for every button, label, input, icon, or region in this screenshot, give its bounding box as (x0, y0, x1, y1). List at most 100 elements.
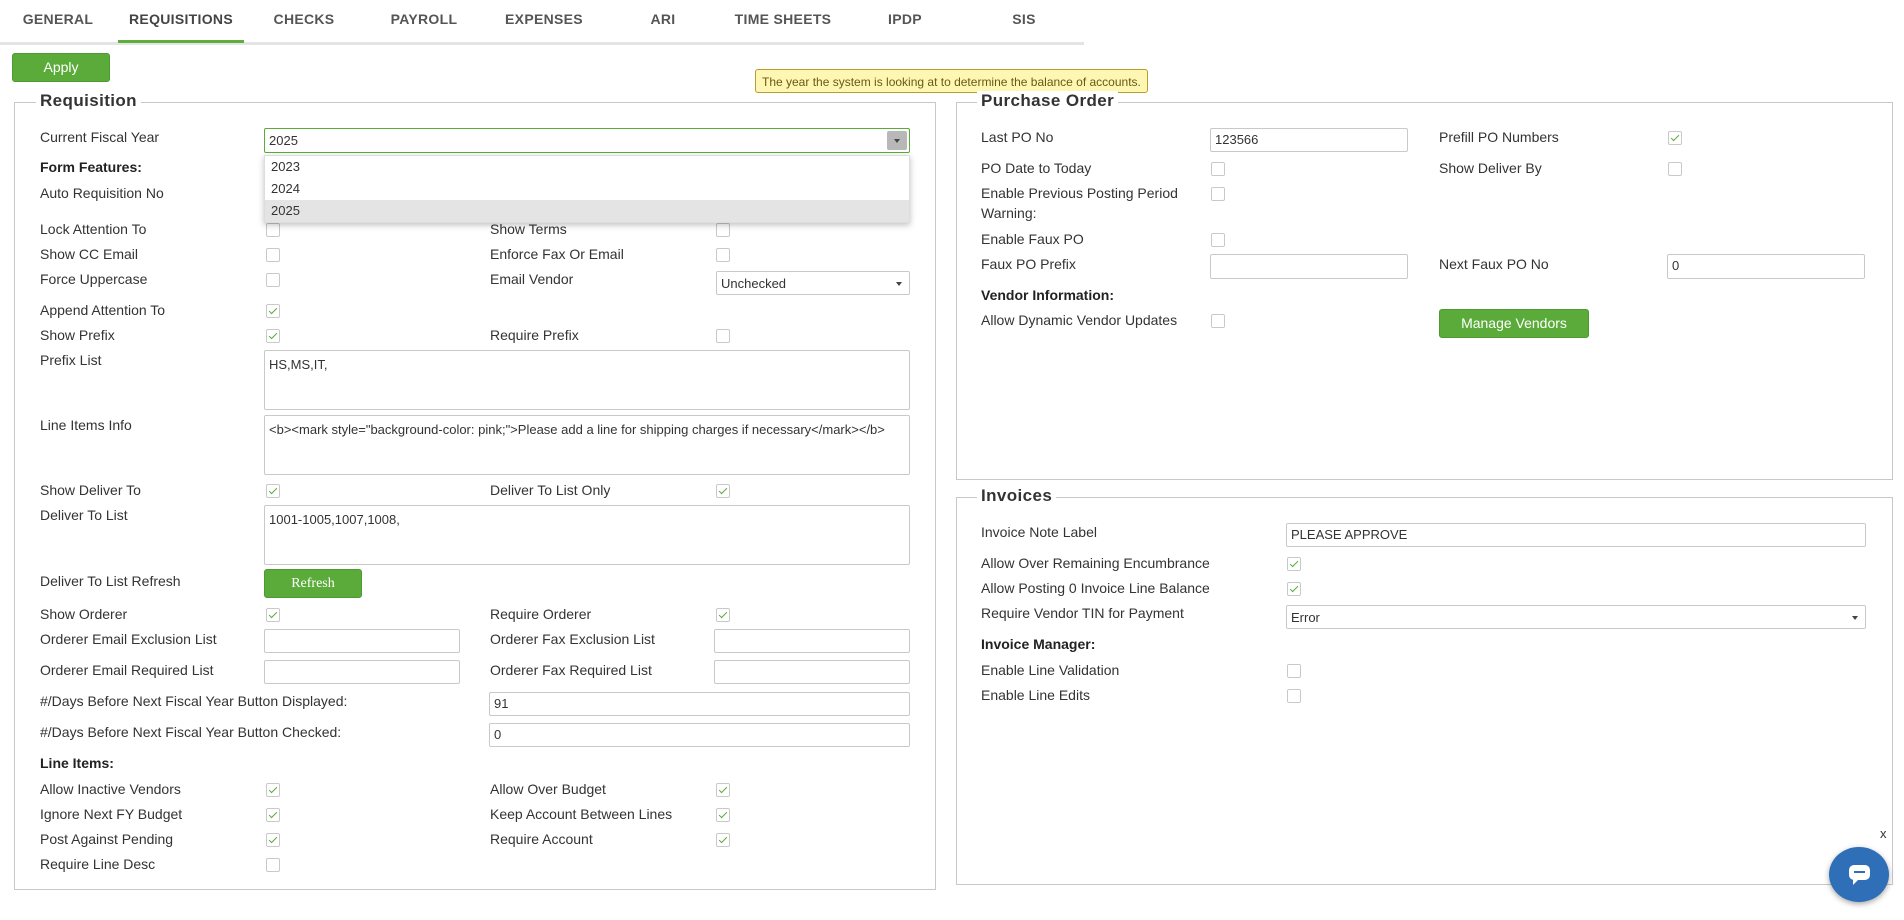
days-displayed-input[interactable]: 91 (489, 692, 910, 716)
enable-line-edits-label: Enable Line Edits (981, 687, 1090, 703)
tab-bar: GENERAL REQUISITIONS CHECKS PAYROLL EXPE… (0, 0, 1084, 45)
deliver-to-list-textarea[interactable]: 1001-1005,1007,1008, (264, 505, 910, 565)
prefix-list-textarea[interactable]: HS,MS,IT, (264, 350, 910, 410)
email-vendor-select[interactable]: Unchecked (716, 271, 910, 295)
show-deliver-to-checkbox[interactable] (266, 484, 280, 498)
vendor-information-heading: Vendor Information: (981, 287, 1114, 303)
require-vendor-tin-label: Require Vendor TIN for Payment (981, 605, 1184, 621)
tab-ipdp[interactable]: IPDP (862, 0, 948, 40)
show-terms-checkbox[interactable] (716, 223, 730, 237)
line-items-heading: Line Items: (40, 755, 114, 771)
force-uppercase-label: Force Uppercase (40, 271, 148, 287)
manage-vendors-button[interactable]: Manage Vendors (1439, 309, 1589, 338)
enable-line-validation-label: Enable Line Validation (981, 662, 1120, 678)
enable-prev-posting-checkbox[interactable] (1211, 187, 1225, 201)
allow-over-remaining-checkbox[interactable] (1287, 557, 1301, 571)
select-toggle[interactable] (887, 131, 907, 150)
next-faux-po-no-label: Next Faux PO No (1439, 256, 1549, 272)
fiscal-year-option[interactable]: 2023 (265, 156, 909, 178)
lock-attention-to-label: Lock Attention To (40, 221, 147, 237)
post-against-pending-label: Post Against Pending (40, 831, 174, 847)
enforce-fax-or-email-checkbox[interactable] (716, 248, 730, 262)
require-account-label: Require Account (490, 831, 593, 847)
enable-prev-posting-label-warning: Warning: (981, 205, 1037, 221)
show-prefix-label: Show Prefix (40, 327, 115, 343)
fiscal-year-option[interactable]: 2024 (265, 178, 909, 200)
days-displayed-label: #/Days Before Next Fiscal Year Button Di… (40, 693, 348, 709)
purchase-order-title: Purchase Order (977, 91, 1119, 111)
prefill-po-numbers-label: Prefill PO Numbers (1439, 129, 1559, 145)
require-account-checkbox[interactable] (716, 833, 730, 847)
next-faux-po-no-input[interactable]: 0 (1667, 254, 1865, 279)
days-checked-label: #/Days Before Next Fiscal Year Button Ch… (40, 724, 342, 740)
require-line-desc-checkbox[interactable] (266, 858, 280, 872)
auto-requisition-no-label: Auto Requisition No (40, 185, 164, 201)
refresh-button[interactable]: Refresh (264, 569, 362, 598)
allow-over-budget-checkbox[interactable] (716, 783, 730, 797)
tab-general[interactable]: GENERAL (12, 0, 104, 40)
allow-inactive-vendors-label: Allow Inactive Vendors (40, 781, 181, 797)
current-fiscal-year-select[interactable]: 2025 (264, 128, 910, 153)
ignore-next-fy-budget-checkbox[interactable] (266, 808, 280, 822)
line-items-info-textarea[interactable]: <b><mark style="background-color: pink;"… (264, 415, 910, 475)
prefill-po-numbers-checkbox[interactable] (1668, 131, 1682, 145)
orderer-fax-required-input[interactable] (714, 660, 910, 684)
show-prefix-checkbox[interactable] (266, 329, 280, 343)
post-against-pending-checkbox[interactable] (266, 833, 280, 847)
require-orderer-checkbox[interactable] (716, 608, 730, 622)
append-attention-to-checkbox[interactable] (266, 304, 280, 318)
orderer-fax-required-label: Orderer Fax Required List (490, 662, 652, 678)
show-orderer-checkbox[interactable] (266, 608, 280, 622)
invoices-title: Invoices (977, 486, 1057, 506)
apply-button[interactable]: Apply (12, 53, 110, 82)
show-cc-email-checkbox[interactable] (266, 248, 280, 262)
show-cc-email-label: Show CC Email (40, 246, 139, 262)
faux-po-prefix-label: Faux PO Prefix (981, 256, 1076, 272)
lock-attention-to-checkbox[interactable] (266, 223, 280, 237)
form-features-heading: Form Features: (40, 159, 142, 175)
enable-faux-po-checkbox[interactable] (1211, 233, 1225, 247)
tab-checks[interactable]: CHECKS (258, 0, 350, 40)
invoice-note-input[interactable]: PLEASE APPROVE (1286, 523, 1866, 547)
require-vendor-tin-value: Error (1291, 610, 1320, 625)
current-fiscal-year-label: Current Fiscal Year (40, 129, 160, 145)
require-vendor-tin-select[interactable]: Error (1286, 605, 1866, 629)
fiscal-year-option-selected[interactable]: 2025 (265, 200, 909, 222)
require-orderer-label: Require Orderer (490, 606, 592, 622)
force-uppercase-checkbox[interactable] (266, 273, 280, 287)
require-prefix-label: Require Prefix (490, 327, 579, 343)
orderer-email-required-input[interactable] (264, 660, 460, 684)
email-vendor-value: Unchecked (721, 276, 787, 291)
require-prefix-checkbox[interactable] (716, 329, 730, 343)
line-items-info-label: Line Items Info (40, 417, 132, 433)
last-po-no-input[interactable]: 123566 (1210, 128, 1408, 152)
allow-posting-zero-checkbox[interactable] (1287, 582, 1301, 596)
tab-sis[interactable]: SIS (980, 0, 1068, 40)
show-deliver-by-checkbox[interactable] (1668, 162, 1682, 176)
tab-time-sheets[interactable]: TIME SHEETS (724, 0, 842, 40)
enable-line-edits-checkbox[interactable] (1287, 689, 1301, 703)
tab-expenses[interactable]: EXPENSES (494, 0, 594, 40)
tab-requisitions[interactable]: REQUISITIONS (118, 0, 244, 43)
enable-line-validation-checkbox[interactable] (1287, 664, 1301, 678)
keep-account-between-lines-checkbox[interactable] (716, 808, 730, 822)
enable-faux-po-label: Enable Faux PO (981, 231, 1084, 247)
po-date-to-today-checkbox[interactable] (1211, 162, 1225, 176)
tab-payroll[interactable]: PAYROLL (376, 0, 472, 40)
tab-ari[interactable]: ARI (620, 0, 706, 40)
deliver-to-list-label: Deliver To List (40, 507, 128, 523)
deliver-to-list-only-checkbox[interactable] (716, 484, 730, 498)
chat-widget-button[interactable] (1829, 847, 1889, 902)
invoice-manager-heading: Invoice Manager: (981, 636, 1096, 652)
days-checked-input[interactable]: 0 (489, 723, 910, 747)
allow-inactive-vendors-checkbox[interactable] (266, 783, 280, 797)
orderer-email-required-label: Orderer Email Required List (40, 662, 214, 678)
allow-over-remaining-label: Allow Over Remaining Encumbrance (981, 555, 1210, 571)
faux-po-prefix-input[interactable] (1210, 254, 1408, 279)
chat-close-button[interactable]: x (1880, 826, 1887, 841)
chevron-down-icon (894, 139, 900, 143)
orderer-email-exclusion-input[interactable] (264, 629, 460, 653)
orderer-fax-exclusion-input[interactable] (714, 629, 910, 653)
allow-dynamic-vendor-updates-checkbox[interactable] (1211, 314, 1225, 328)
orderer-fax-exclusion-label: Orderer Fax Exclusion List (490, 631, 655, 647)
